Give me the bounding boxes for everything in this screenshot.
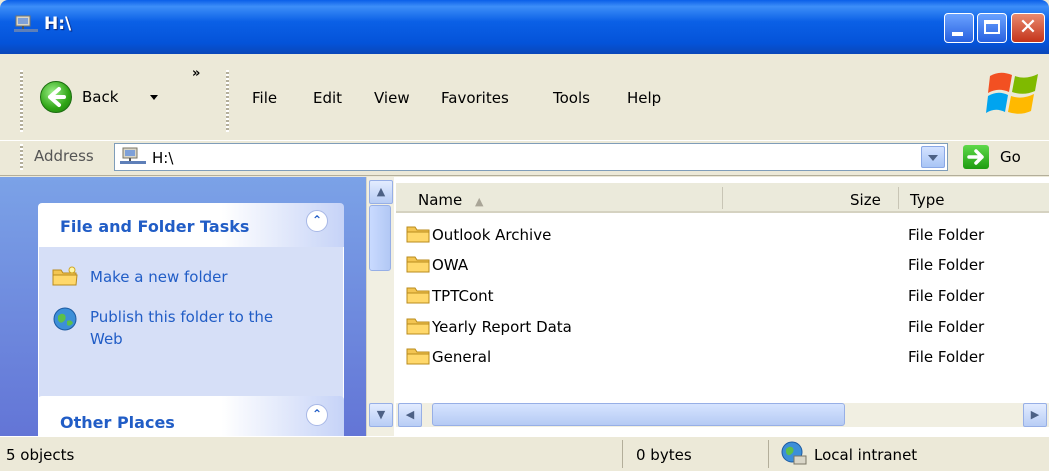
- close-icon: ✕: [1018, 15, 1038, 40]
- file-type: File Folder: [908, 287, 985, 305]
- column-type[interactable]: Type: [910, 191, 944, 209]
- address-value: H:\: [152, 149, 174, 167]
- menu-favorites[interactable]: Favorites: [441, 89, 509, 107]
- table-row[interactable]: OWA File Folder: [400, 252, 1040, 278]
- back-label: Back: [82, 88, 119, 106]
- scroll-down-button[interactable]: ▼: [369, 403, 393, 427]
- maximize-button[interactable]: [977, 13, 1007, 43]
- toolbar-more-chevron[interactable]: »: [192, 66, 200, 81]
- folder-icon: [406, 318, 430, 335]
- menu-grip[interactable]: [226, 70, 229, 132]
- maximize-icon: [984, 20, 1000, 34]
- column-divider[interactable]: [898, 187, 899, 209]
- address-input[interactable]: [114, 143, 948, 171]
- window-title: H:\: [44, 14, 72, 34]
- file-folder-tasks-title: File and Folder Tasks: [60, 217, 250, 236]
- publish-web-icon: [53, 307, 77, 331]
- menu-tools[interactable]: Tools: [553, 89, 590, 107]
- chevron-down-icon: [928, 155, 938, 161]
- windows-logo-icon: [986, 72, 1038, 114]
- file-name: Yearly Report Data: [432, 318, 572, 336]
- status-zone: Local intranet: [814, 446, 918, 464]
- network-drive-icon: [14, 15, 38, 32]
- column-name[interactable]: Name ▲: [418, 191, 484, 209]
- toolbar-grip[interactable]: [20, 70, 23, 132]
- file-type: File Folder: [908, 256, 985, 274]
- file-type: File Folder: [908, 348, 985, 366]
- scroll-left-button[interactable]: ◀: [398, 403, 422, 427]
- folder-icon: [406, 348, 430, 365]
- file-type: File Folder: [908, 226, 985, 244]
- close-button[interactable]: ✕: [1011, 13, 1045, 43]
- new-folder-icon: [52, 266, 78, 286]
- table-row[interactable]: Outlook Archive File Folder: [400, 222, 1040, 248]
- column-size[interactable]: Size: [850, 191, 881, 209]
- table-row[interactable]: General File Folder: [400, 344, 1040, 370]
- task-make-new-folder[interactable]: Make a new folder: [90, 268, 228, 286]
- menu-view[interactable]: View: [374, 89, 410, 107]
- collapse-icon[interactable]: ⌃: [306, 210, 328, 232]
- table-row[interactable]: Yearly Report Data File Folder: [400, 314, 1040, 340]
- go-arrow-icon[interactable]: [963, 145, 989, 169]
- minimize-icon: [952, 32, 963, 36]
- other-places-title: Other Places: [60, 413, 175, 432]
- file-name: TPTCont: [432, 287, 494, 305]
- back-arrow-icon: [40, 81, 72, 113]
- address-dropdown-button[interactable]: [921, 146, 945, 168]
- status-objects: 5 objects: [6, 446, 75, 464]
- scroll-up-button[interactable]: ▲: [369, 180, 393, 204]
- table-row[interactable]: TPTCont File Folder: [400, 283, 1040, 309]
- status-size: 0 bytes: [636, 446, 692, 464]
- network-drive-icon: [120, 147, 146, 164]
- back-dropdown-icon[interactable]: [150, 95, 158, 100]
- menu-edit[interactable]: Edit: [313, 89, 342, 107]
- menu-help[interactable]: Help: [627, 89, 661, 107]
- task-publish-folder[interactable]: Publish this folder to the Web: [90, 306, 300, 350]
- go-button[interactable]: Go: [1000, 148, 1021, 166]
- title-bar[interactable]: [0, 0, 1049, 54]
- sort-ascending-icon: ▲: [475, 195, 484, 208]
- vertical-scroll-thumb[interactable]: [369, 205, 391, 271]
- scroll-right-button[interactable]: ▶: [1023, 403, 1047, 427]
- folder-icon: [406, 256, 430, 273]
- status-divider: [622, 440, 623, 468]
- file-type: File Folder: [908, 318, 985, 336]
- folder-icon: [406, 287, 430, 304]
- folder-icon: [406, 226, 430, 243]
- column-divider[interactable]: [722, 187, 723, 209]
- menu-file[interactable]: File: [252, 89, 277, 107]
- file-name: General: [432, 348, 492, 366]
- minimize-button[interactable]: [944, 13, 974, 43]
- file-name: Outlook Archive: [432, 226, 552, 244]
- horizontal-scroll-thumb[interactable]: [432, 403, 845, 426]
- address-grip[interactable]: [20, 144, 23, 170]
- status-divider: [768, 440, 769, 468]
- collapse-icon[interactable]: ⌃: [306, 404, 328, 426]
- intranet-globe-icon: [781, 441, 807, 465]
- address-label: Address: [34, 147, 94, 165]
- file-name: OWA: [432, 256, 469, 274]
